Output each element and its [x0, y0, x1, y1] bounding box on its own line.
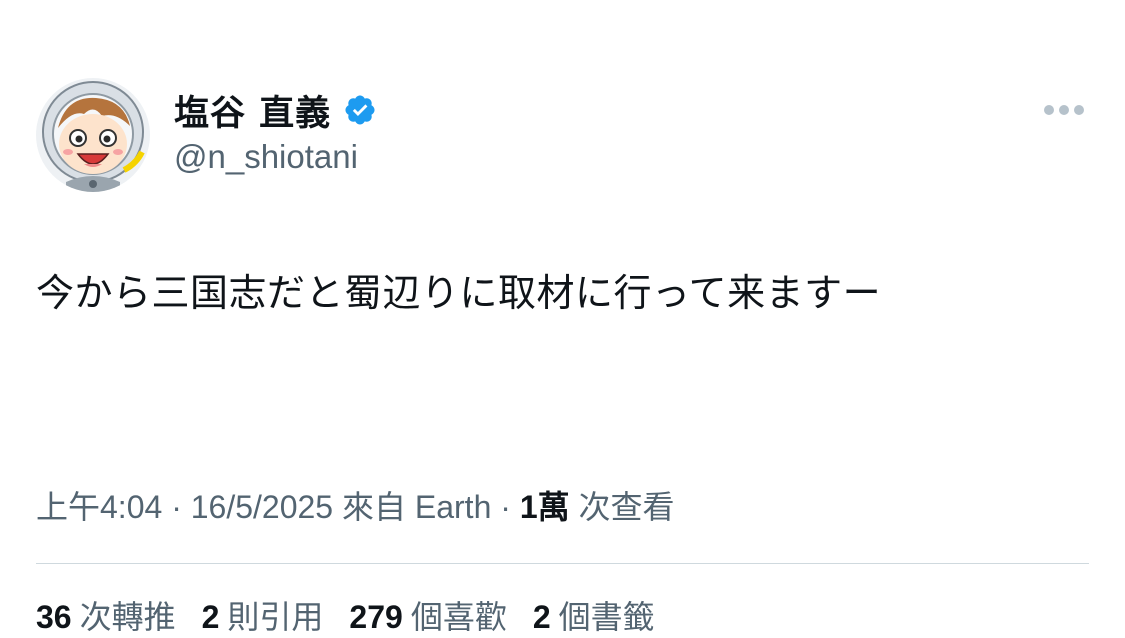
- more-options-icon-dot: [1059, 105, 1069, 115]
- retweets-label: 次轉推: [79, 599, 176, 635]
- retweets-count: 36: [36, 599, 72, 635]
- engagement-stats: 36 次轉推 2 則引用 279 個喜歡 2 個書籤: [36, 592, 681, 638]
- previous-content-fragment: · · ·: [520, 0, 620, 4]
- retweets-stat[interactable]: 36 次轉推: [36, 592, 176, 638]
- name-row: 塩谷 直義: [174, 84, 377, 136]
- quotes-stat[interactable]: 2 則引用: [202, 592, 324, 638]
- meta-separator: ·: [491, 489, 520, 525]
- tweet-source: 來自 Earth: [333, 489, 492, 525]
- tweet-meta: 上午4:04 · 16/5/2025 來自 Earth · 1萬 次查看: [36, 482, 675, 528]
- bookmarks-label: 個書籤: [558, 599, 655, 635]
- avatar[interactable]: [36, 78, 150, 192]
- more-options-icon: [1044, 105, 1054, 115]
- divider: [36, 563, 1089, 564]
- likes-count: 279: [349, 599, 403, 635]
- views-count: 1萬: [519, 489, 570, 525]
- bookmarks-stat[interactable]: 2 個書籤: [533, 592, 655, 638]
- views-label: 次查看: [569, 489, 675, 525]
- likes-stat[interactable]: 279 個喜歡: [349, 592, 506, 638]
- more-options-icon-dot: [1074, 105, 1084, 115]
- tweet-header: 塩谷 直義 @n_shiotani: [36, 78, 1088, 194]
- tweet-time[interactable]: 上午4:04: [36, 489, 162, 525]
- user-handle[interactable]: @n_shiotani: [174, 138, 377, 176]
- display-name[interactable]: 塩谷 直義: [174, 85, 331, 136]
- more-options-button[interactable]: [1040, 96, 1088, 124]
- tweet-date[interactable]: 16/5/2025: [191, 489, 333, 525]
- bookmarks-count: 2: [532, 599, 551, 635]
- cartoon-astronaut-avatar-icon: [36, 78, 150, 192]
- verified-badge-icon[interactable]: [343, 93, 377, 127]
- likes-label: 個喜歡: [410, 599, 507, 635]
- user-info: 塩谷 直義 @n_shiotani: [174, 84, 377, 176]
- tweet-text: 今から三国志だと蜀辺りに取材に行って来ますー: [36, 271, 882, 315]
- quotes-count: 2: [201, 599, 220, 635]
- meta-separator: ·: [162, 489, 191, 525]
- quotes-label: 則引用: [227, 599, 324, 635]
